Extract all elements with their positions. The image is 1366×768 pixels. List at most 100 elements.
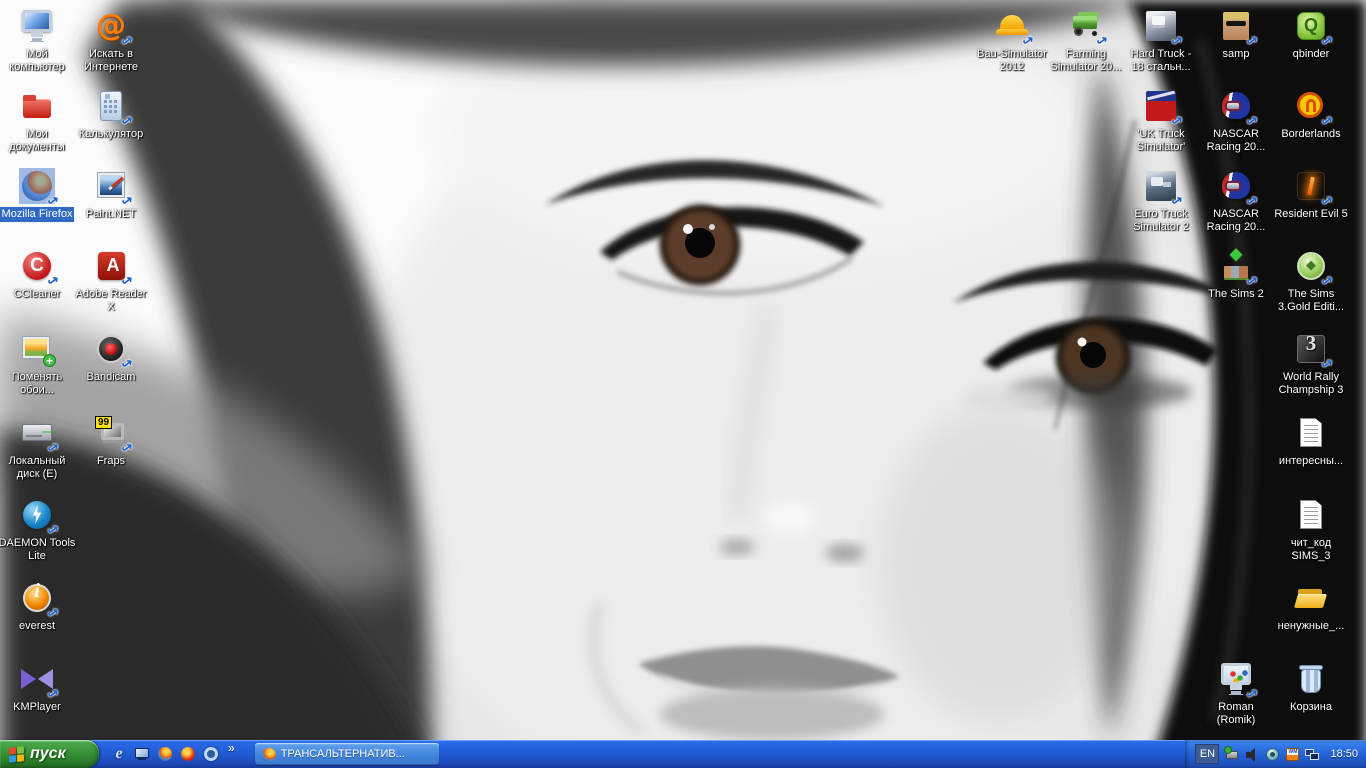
fraps-icon: ↪: [93, 415, 136, 457]
task-button-label: ТРАНСАЛЬТЕРНАТИВ...: [280, 748, 405, 760]
desktop[interactable]: Мой компьютер Мои документы ↪ Mozilla Firef…: [0, 0, 1366, 768]
desktop-icon-recycle-bin[interactable]: Корзина: [1266, 661, 1356, 715]
sims3-icon: ↪: [1293, 248, 1336, 290]
daemon-tools-icon: ↪: [19, 497, 62, 539]
webmoney-icon[interactable]: [1285, 747, 1300, 762]
qbinder-icon: ↪: [1293, 8, 1336, 50]
my-computer-icon: [19, 8, 55, 44]
desktop-icon-label: Roman (Romik): [1216, 701, 1256, 726]
desktop-icon-label: Bau-Simulator 2012: [977, 48, 1047, 73]
volume-icon[interactable]: [1245, 747, 1260, 762]
samp-icon: ↪: [1218, 8, 1261, 50]
desktop-icon-label: Adobe Reader X: [75, 288, 147, 313]
sims2-icon: ↪: [1218, 244, 1261, 290]
desktop-icon-paint-net[interactable]: ↪ Paint.NET: [66, 168, 156, 222]
nascar-icon: ↪: [1218, 88, 1261, 130]
everest-icon: ↪: [19, 580, 62, 622]
desktop-icon-qbinder[interactable]: ↪qbinder: [1266, 8, 1356, 62]
desktop-icon-label: Fraps: [96, 455, 126, 467]
hard-truck-icon: ↪: [1143, 8, 1186, 50]
desktop-icon-search-internet[interactable]: ↪Искать в Интернете: [66, 8, 156, 75]
search-internet-icon: ↪: [93, 8, 136, 50]
red-launcher-icon[interactable]: [180, 746, 196, 762]
desktop-icon-label: qbinder: [1292, 48, 1330, 60]
show-desktop-icon[interactable]: [134, 746, 150, 762]
desktop-icon-label: NASCAR Racing 20...: [1206, 128, 1266, 153]
quick-launch-bar: »: [99, 740, 245, 768]
firefox-icon: [261, 747, 276, 762]
task-buttons-area: ТРАНСАЛЬТЕРНАТИВ...: [245, 740, 1186, 768]
desktop-icon-adobe-reader-x[interactable]: ↪Adobe Reader X: [66, 248, 156, 315]
desktop-icon-label: Калькулятор: [78, 128, 144, 140]
quick-launch-overflow-chevron[interactable]: »: [228, 740, 235, 756]
desktop-icon-resident-evil-5[interactable]: ↪ Resident Evil 5: [1266, 168, 1356, 222]
daemon-tools-icon[interactable]: [1265, 747, 1280, 762]
desktop-icon-bandicam[interactable]: ↪ Bandicam: [66, 331, 156, 385]
desktop-icon-label: everest: [18, 620, 56, 632]
task-button-firefox-window[interactable]: ТРАНСАЛЬТЕРНАТИВ...: [254, 743, 439, 765]
firefox-icon[interactable]: [157, 746, 173, 762]
desktop-icon-label: чит_код SIMS_3: [1290, 537, 1332, 562]
desktop-icon-label: интересны...: [1278, 455, 1344, 467]
nascar-icon: ↪: [1218, 168, 1261, 210]
blue-ring-icon[interactable]: [203, 746, 219, 762]
desktop-icon-label: 'UK Truck Simulator': [1136, 128, 1186, 153]
paint-net-icon: ↪: [93, 168, 136, 210]
text-document-icon: [1293, 497, 1329, 533]
desktop-icon-label: Mozilla Firefox: [0, 206, 76, 223]
euro-truck-icon: ↪: [1143, 168, 1186, 210]
desktop-icon-daemon-tools-lite[interactable]: ↪ DAEMON Tools Lite: [0, 497, 82, 564]
desktop-icon-label: Hard Truck - 18 стальн...: [1130, 48, 1192, 73]
desktop-icon-label: Корзина: [1290, 701, 1332, 713]
desktop-icon-label: Paint.NET: [85, 208, 137, 220]
resident-evil-icon: ↪: [1293, 168, 1336, 210]
kmplayer-icon: ↪: [19, 661, 62, 703]
desktop-icon-borderlands[interactable]: ↪ Borderlands: [1266, 88, 1356, 142]
internet-explorer-icon[interactable]: [111, 746, 127, 762]
change-wallpaper-icon: [19, 331, 56, 367]
bau-simulator-icon: ↪: [994, 8, 1037, 50]
desktop-icon-world-rally-championship-3[interactable]: ↪World Rally Champship 3: [1266, 331, 1356, 398]
folder-open-icon: [1293, 580, 1329, 616]
desktop-icon-unneeded-folder[interactable]: ненужные_...: [1266, 580, 1356, 634]
desktop-icon-grid: Мой компьютер Мои документы ↪ Mozilla Firef…: [0, 0, 1366, 740]
adobe-reader-icon: ↪: [93, 248, 136, 290]
local-disk-icon: ↪: [19, 415, 62, 457]
start-button-label: пуск: [30, 744, 66, 762]
network-icon[interactable]: [1305, 747, 1320, 762]
my-documents-icon: [19, 88, 55, 124]
desktop-icon-cheat-code-sims3[interactable]: чит_код SIMS_3: [1266, 497, 1356, 564]
desktop-icon-label: ненужные_...: [1277, 620, 1345, 632]
desktop-icon-label: Мои документы: [9, 128, 65, 153]
start-button[interactable]: пуск: [0, 740, 99, 768]
desktop-icon-fraps[interactable]: ↪Fraps: [66, 415, 156, 469]
desktop-icon-label: Мой компьютер: [9, 48, 65, 73]
desktop-icon-everest[interactable]: ↪everest: [0, 580, 82, 634]
system-tray: EN 18:50: [1185, 740, 1366, 768]
desktop-icon-label: Euro Truck Simulator 2: [1133, 208, 1189, 233]
uk-truck-icon: ↪: [1143, 88, 1186, 130]
safely-remove-icon[interactable]: [1224, 745, 1240, 762]
ccleaner-icon: ↪: [19, 248, 62, 290]
desktop-icon-label: Поменять обои...: [11, 371, 63, 396]
desktop-icon-kmplayer[interactable]: ↪ KMPlayer: [0, 661, 82, 715]
desktop-icon-label: The Sims 2: [1208, 288, 1264, 300]
desktop-icon-calculator[interactable]: ↪ Калькулятор: [66, 88, 156, 142]
remote-desktop-icon: ↪: [1218, 661, 1261, 703]
desktop-icon-label: Farming Simulator 20...: [1050, 48, 1122, 73]
desktop-icon-label: NASCAR Racing 20...: [1206, 208, 1266, 233]
farming-simulator-icon: ↪: [1068, 8, 1111, 50]
desktop-icon-label: DAEMON Tools Lite: [0, 537, 76, 562]
desktop-icon-label: Resident Evil 5: [1274, 208, 1348, 220]
bandicam-icon: ↪: [93, 331, 136, 373]
desktop-icon-label: samp: [1222, 48, 1250, 60]
borderlands-icon: ↪: [1293, 88, 1336, 130]
wrc3-icon: ↪: [1293, 331, 1336, 373]
language-indicator[interactable]: EN: [1195, 744, 1220, 764]
clock[interactable]: 18:50: [1330, 748, 1358, 760]
desktop-icon-the-sims-3-gold[interactable]: ↪The Sims 3.Gold Editi...: [1266, 248, 1356, 315]
desktop-icon-label: Borderlands: [1281, 128, 1341, 140]
taskbar: пуск » ТРАНСАЛЬТЕРНАТИВ... EN 18:50: [0, 740, 1366, 768]
desktop-icon-label: Искать в Интернете: [84, 48, 138, 73]
desktop-icon-interesting-doc[interactable]: интересны...: [1266, 415, 1356, 469]
